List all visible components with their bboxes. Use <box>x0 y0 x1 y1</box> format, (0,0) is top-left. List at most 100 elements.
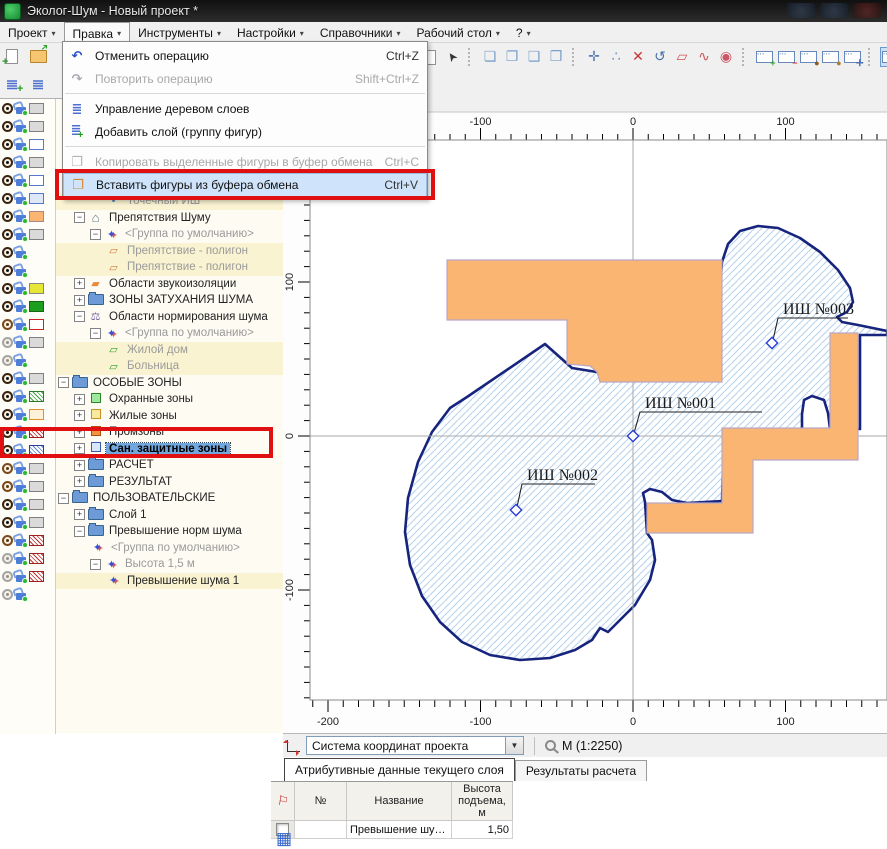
layer-row[interactable] <box>0 261 55 279</box>
tree-item[interactable]: ▱Больница <box>56 358 283 375</box>
unlock-icon[interactable] <box>16 413 26 420</box>
layer-color-swatch[interactable] <box>29 409 44 420</box>
menu-item-layer-tree[interactable]: ≣Управление деревом слоев <box>63 97 427 120</box>
edit-polygon-icon[interactable]: ▱ <box>672 47 692 67</box>
tree-item[interactable]: ✦Превышение шума 1 <box>56 573 283 590</box>
menu-tools[interactable]: Инструменты▾ <box>130 22 229 42</box>
layer-row[interactable] <box>0 387 55 405</box>
layer-color-swatch[interactable] <box>29 229 44 240</box>
layer-row[interactable] <box>0 549 55 567</box>
layer-row[interactable] <box>0 369 55 387</box>
unlock-icon[interactable] <box>16 359 26 366</box>
copy-figure-icon[interactable]: ❑ <box>524 47 544 67</box>
eye-icon[interactable] <box>2 319 13 330</box>
layer-color-swatch[interactable] <box>29 463 44 474</box>
column-header[interactable]: Высота подъема, м <box>452 782 513 821</box>
unlock-icon[interactable] <box>16 179 26 186</box>
tree-item[interactable]: ▱Жилой дом <box>56 342 283 359</box>
layer-row[interactable] <box>0 243 55 261</box>
layer-color-swatch[interactable] <box>29 337 44 348</box>
open-project-icon[interactable] <box>28 46 48 66</box>
menu-item-redo[interactable]: ↷Повторить операциюShift+Ctrl+Z <box>63 67 427 90</box>
eye-icon[interactable] <box>2 499 13 510</box>
tree-item[interactable]: −⚖Области нормирования шума <box>56 309 283 326</box>
unlock-icon[interactable] <box>16 485 26 492</box>
eye-icon[interactable] <box>2 229 13 240</box>
layer-row[interactable] <box>0 513 55 531</box>
eye-icon[interactable] <box>2 373 13 384</box>
tree-item[interactable]: +ЗОНЫ ЗАТУХАНИЯ ШУМА <box>56 292 283 309</box>
eye-icon[interactable] <box>2 589 13 600</box>
rotate-figure-icon[interactable]: ◉ <box>716 47 736 67</box>
edit-nodes-icon[interactable]: ∴ <box>606 47 626 67</box>
unlock-icon[interactable] <box>16 503 26 510</box>
unlock-icon[interactable] <box>16 215 26 222</box>
collapse-icon[interactable]: − <box>58 377 69 388</box>
layer-color-swatch[interactable] <box>29 121 44 132</box>
layer-row[interactable] <box>0 117 55 135</box>
unlock-icon[interactable] <box>16 521 26 528</box>
tree-item[interactable]: −⌂Препятствия Шуму <box>56 210 283 227</box>
move-to-layer-icon[interactable]: ↺ <box>650 47 670 67</box>
expand-icon[interactable]: + <box>74 509 85 520</box>
expand-icon[interactable]: + <box>74 394 85 405</box>
add-layer-toolbar-icon[interactable]: ≣ <box>2 74 22 94</box>
add-project-file-icon[interactable] <box>2 46 22 66</box>
layer-row[interactable] <box>0 225 55 243</box>
collapse-icon[interactable]: − <box>74 311 85 322</box>
layer-row[interactable] <box>0 297 55 315</box>
table-grid-icon[interactable]: ▦ <box>276 829 292 849</box>
layer-row[interactable] <box>0 333 55 351</box>
eye-icon[interactable] <box>2 409 13 420</box>
eye-icon[interactable] <box>2 535 13 546</box>
tree-item[interactable]: +РЕЗУЛЬТАТ <box>56 474 283 491</box>
eye-icon[interactable] <box>2 463 13 474</box>
layer-color-swatch[interactable] <box>29 373 44 384</box>
eye-icon[interactable] <box>2 193 13 204</box>
tree-item[interactable]: −✦<Группа по умолчанию> <box>56 226 283 243</box>
tree-item[interactable]: +Слой 1 <box>56 507 283 524</box>
layer-color-swatch[interactable] <box>29 157 44 168</box>
menu-references[interactable]: Справочники▾ <box>312 22 409 42</box>
coordinate-system-select[interactable]: Система координат проекта ▼ <box>306 736 524 755</box>
tree-item[interactable]: −ОСОБЫЕ ЗОНЫ <box>56 375 283 392</box>
eye-icon[interactable] <box>2 391 13 402</box>
menu-help[interactable]: ?▾ <box>508 22 539 42</box>
remove-noise-source-icon[interactable]: − <box>776 47 796 67</box>
unlock-icon[interactable] <box>16 467 26 474</box>
unlock-icon[interactable] <box>16 593 26 600</box>
layer-row[interactable] <box>0 405 55 423</box>
move-noise-source-icon[interactable]: ✛ <box>842 47 862 67</box>
layer-color-swatch[interactable] <box>29 175 44 186</box>
layer-color-swatch[interactable] <box>29 535 44 546</box>
layer-color-swatch[interactable] <box>29 499 44 510</box>
unlock-icon[interactable] <box>16 305 26 312</box>
select-all-figures-icon[interactable]: ❏ <box>480 47 500 67</box>
add-noise-source-icon[interactable]: + <box>754 47 774 67</box>
collapse-icon[interactable]: − <box>58 493 69 504</box>
unlock-icon[interactable] <box>16 161 26 168</box>
eye-icon[interactable] <box>2 571 13 582</box>
layer-row[interactable] <box>0 207 55 225</box>
unlock-icon[interactable] <box>16 233 26 240</box>
tree-item[interactable]: +Жилые зоны <box>56 408 283 425</box>
layer-color-swatch[interactable] <box>29 193 44 204</box>
unlock-icon[interactable] <box>16 269 26 276</box>
expand-icon[interactable]: + <box>74 278 85 289</box>
eye-icon[interactable] <box>2 121 13 132</box>
menu-project[interactable]: Проект▾ <box>0 22 64 42</box>
unlock-icon[interactable] <box>16 557 26 564</box>
layer-color-swatch[interactable] <box>29 103 44 114</box>
delete-figure-icon[interactable]: ✕ <box>628 47 648 67</box>
layer-color-swatch[interactable] <box>29 139 44 150</box>
menu-edit[interactable]: Правка▾ <box>64 22 131 42</box>
eye-icon[interactable] <box>2 301 13 312</box>
eye-icon[interactable] <box>2 157 13 168</box>
eye-icon[interactable] <box>2 517 13 528</box>
tree-item[interactable]: +РАСЧЕТ <box>56 457 283 474</box>
expand-icon[interactable]: + <box>74 295 85 306</box>
layer-row[interactable] <box>0 477 55 495</box>
tree-item[interactable]: ▱Препятствие - полигон <box>56 243 283 260</box>
eye-icon[interactable] <box>2 139 13 150</box>
tree-item[interactable]: +Охранные зоны <box>56 391 283 408</box>
